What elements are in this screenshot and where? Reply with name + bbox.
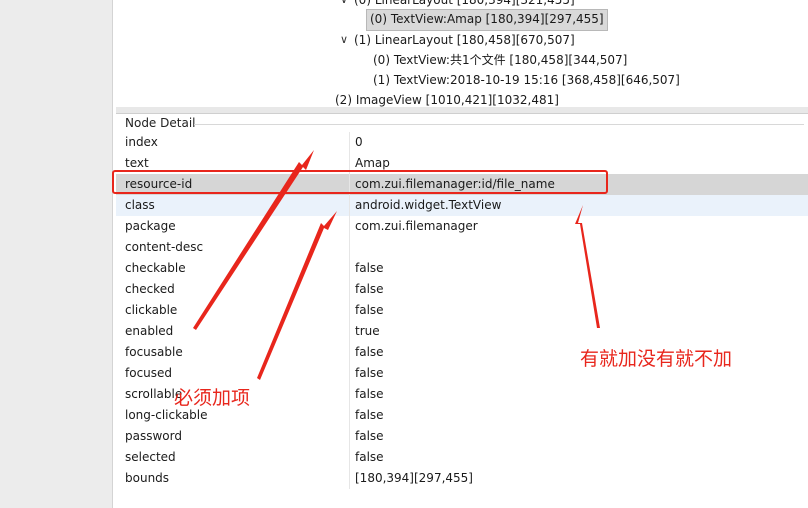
detail-row[interactable]: clickable false xyxy=(116,300,808,321)
property-value: 0 xyxy=(355,135,363,149)
left-gutter xyxy=(0,0,113,508)
property-value: false xyxy=(355,450,384,464)
property-value: android.widget.TextView xyxy=(355,198,502,212)
panel-splitter[interactable] xyxy=(116,107,808,114)
property-value: com.zui.filemanager xyxy=(355,219,478,233)
annotation-required: 必须加项 xyxy=(174,387,251,409)
property-key: checked xyxy=(125,282,175,296)
property-key: password xyxy=(125,429,182,443)
property-key: clickable xyxy=(125,303,178,317)
column-divider xyxy=(349,363,350,384)
detail-row[interactable]: content-desc xyxy=(116,237,808,258)
property-value: false xyxy=(355,429,384,443)
property-key: class xyxy=(125,198,155,212)
column-divider xyxy=(349,216,350,237)
annotation-optional: 有就加没有就不加 xyxy=(580,348,733,370)
property-key: selected xyxy=(125,450,176,464)
column-divider xyxy=(349,447,350,468)
property-value: false xyxy=(355,366,384,380)
property-key: content-desc xyxy=(125,240,204,254)
detail-row[interactable]: bounds [180,394][297,455] xyxy=(116,468,808,489)
property-key: bounds xyxy=(125,471,170,485)
tree-node[interactable]: (2) ImageView [1010,421][1032,481] xyxy=(335,90,559,107)
property-key: enabled xyxy=(125,324,174,338)
property-key: index xyxy=(125,135,158,149)
property-key: focused xyxy=(125,366,173,380)
property-key: package xyxy=(125,219,176,233)
column-divider xyxy=(349,405,350,426)
column-divider xyxy=(349,321,350,342)
detail-row[interactable]: package com.zui.filemanager xyxy=(116,216,808,237)
column-divider xyxy=(349,426,350,447)
property-value: false xyxy=(355,261,384,275)
detail-row[interactable]: index 0 xyxy=(116,132,808,153)
chevron-down-icon[interactable]: ∨ xyxy=(340,0,348,10)
property-value: false xyxy=(355,282,384,296)
detail-row[interactable]: selected false xyxy=(116,447,808,468)
hierarchy-tree[interactable]: ∨ (0) LinearLayout [180,394][321,455] (0… xyxy=(116,0,808,108)
property-value: [180,394][297,455] xyxy=(355,471,473,485)
detail-row-hover[interactable]: class android.widget.TextView xyxy=(116,195,808,216)
property-key: checkable xyxy=(125,261,186,275)
property-value: false xyxy=(355,303,384,317)
column-divider xyxy=(349,384,350,405)
detail-row[interactable]: password false xyxy=(116,426,808,447)
column-divider xyxy=(349,237,350,258)
detail-row[interactable]: enabled true xyxy=(116,321,808,342)
property-value: false xyxy=(355,345,384,359)
property-key: focusable xyxy=(125,345,183,359)
column-divider xyxy=(349,342,350,363)
column-divider xyxy=(349,279,350,300)
column-divider xyxy=(349,258,350,279)
chevron-down-icon[interactable]: ∨ xyxy=(340,30,348,50)
group-border xyxy=(194,124,804,125)
column-divider xyxy=(349,195,350,216)
highlight-box xyxy=(112,170,608,194)
column-divider xyxy=(349,468,350,489)
detail-row[interactable]: checked false xyxy=(116,279,808,300)
column-divider xyxy=(349,300,350,321)
property-value: false xyxy=(355,408,384,422)
node-detail-title: Node Detail xyxy=(125,116,196,130)
detail-row[interactable]: checkable false xyxy=(116,258,808,279)
property-value: true xyxy=(355,324,380,338)
property-value: false xyxy=(355,387,384,401)
tree-node[interactable]: (1) TextView:2018-10-19 15:16 [368,458][… xyxy=(373,70,680,90)
tree-node[interactable]: (1) LinearLayout [180,458][670,507] xyxy=(354,30,575,50)
column-divider xyxy=(349,132,350,153)
tree-node[interactable]: (0) TextView:共1个文件 [180,458][344,507] xyxy=(373,50,627,70)
tree-node-selected[interactable]: (0) TextView:Amap [180,394][297,455] xyxy=(366,9,608,31)
